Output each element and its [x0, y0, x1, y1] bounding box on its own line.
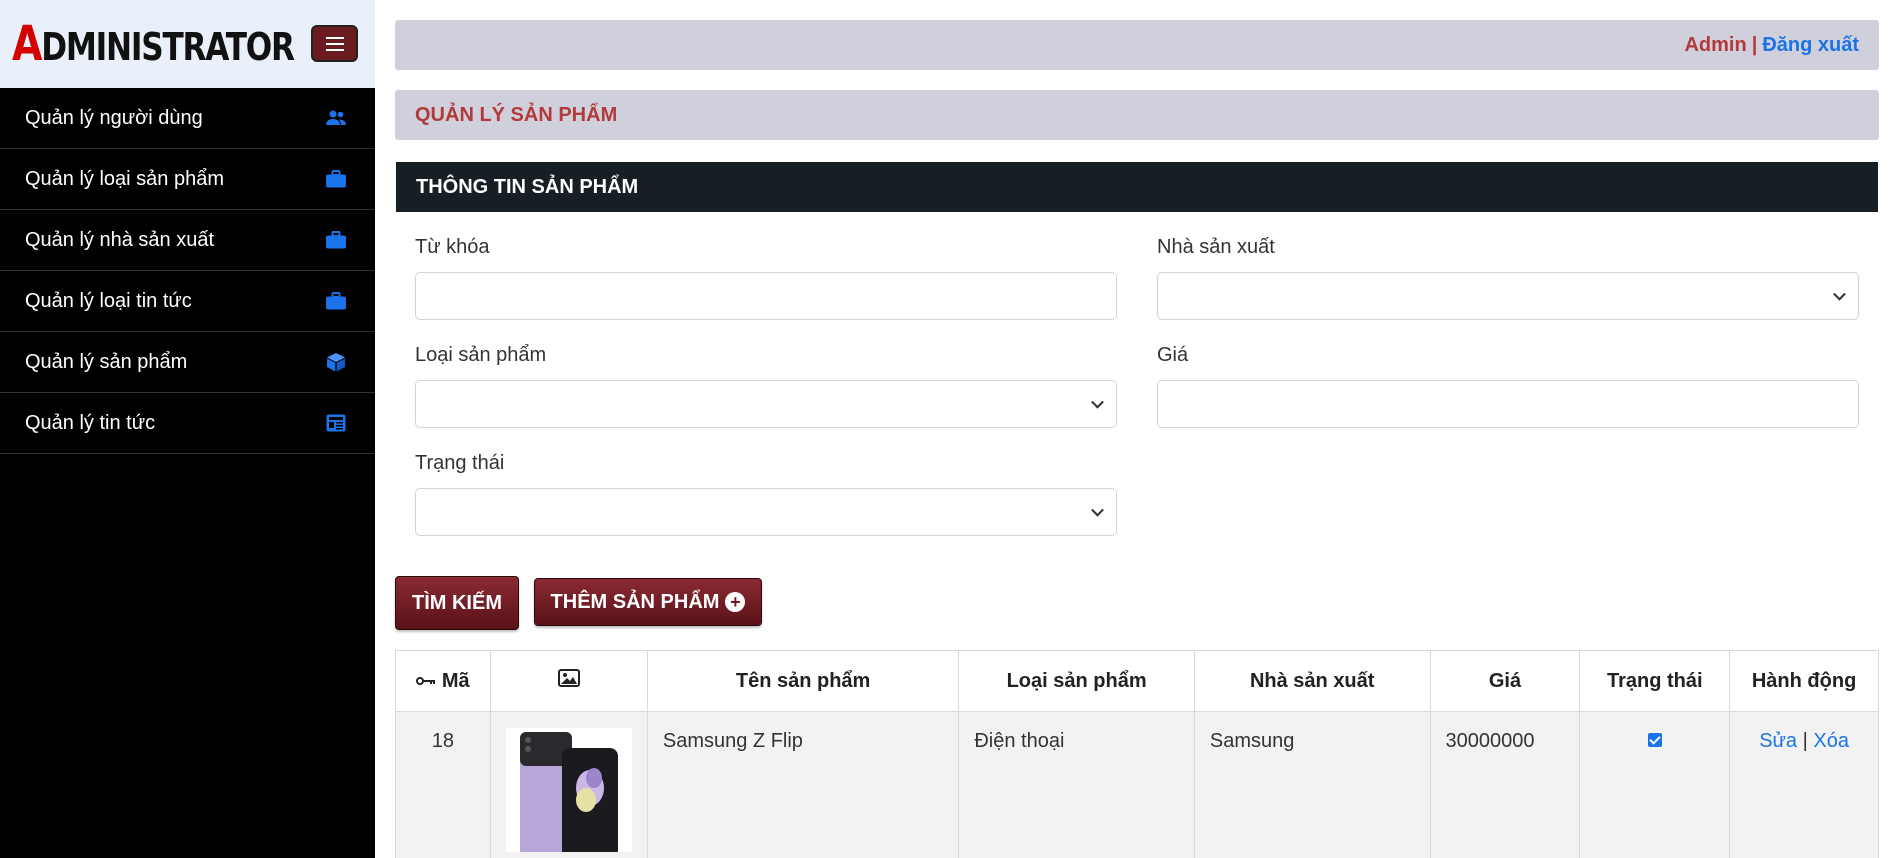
menu-toggle-button[interactable] [311, 25, 358, 62]
table-header-row: Mã Tên sản phẩm Loại sản phẩm Nhà sản xu… [395, 650, 1879, 712]
status-select[interactable] [415, 488, 1117, 536]
column-header-manufacturer[interactable]: Nhà sản xuất [1193, 650, 1431, 712]
price-label: Giá [1157, 344, 1189, 366]
chevron-down-icon [1833, 287, 1846, 301]
cell-status [1579, 711, 1731, 858]
column-header-status[interactable]: Trạng thái [1579, 650, 1731, 712]
cell-actions: Sửa | Xóa [1729, 711, 1879, 858]
sidebar-item-users[interactable]: Quản lý người dùng [0, 88, 375, 149]
category-select[interactable] [415, 380, 1117, 428]
status-checkbox[interactable] [1647, 733, 1662, 747]
top-bar: Admin | Đăng xuất [395, 20, 1879, 70]
sidebar-item-news[interactable]: Quản lý tin tức [0, 393, 375, 454]
manufacturer-label: Nhà sản xuất [1157, 236, 1275, 258]
briefcase-icon [325, 229, 347, 251]
sidebar-item-label: Quản lý sản phẩm [25, 350, 188, 373]
brand-logo-first-letter: A [12, 16, 42, 72]
keyword-label: Từ khóa [415, 236, 490, 258]
card-header: THÔNG TIN SẢN PHẨM [396, 162, 1878, 212]
sidebar-item-label: Quản lý nhà sản xuất [25, 228, 215, 251]
box-icon [325, 351, 347, 373]
keyword-input[interactable] [415, 272, 1117, 320]
briefcase-icon [325, 168, 347, 190]
delete-link[interactable]: Xóa [1813, 730, 1849, 752]
column-header-image [489, 650, 648, 712]
current-user-link[interactable]: Admin [1684, 34, 1746, 57]
status-label: Trạng thái [415, 452, 505, 474]
hamburger-line [325, 48, 344, 51]
newspaper-icon [325, 412, 347, 434]
plus-circle-icon: + [725, 592, 746, 612]
sidebar-item-products[interactable]: Quản lý sản phẩm [0, 332, 375, 393]
column-header-id[interactable]: Mã [395, 650, 491, 712]
cell-category: Điện thoại [958, 711, 1195, 858]
chevron-down-icon [1091, 395, 1104, 409]
sidebar-item-label: Quản lý loại sản phẩm [25, 167, 225, 190]
brand-logo[interactable]: ADMINISTRATOR [12, 16, 295, 73]
price-input[interactable] [1157, 380, 1859, 428]
category-label: Loại sản phẩm [415, 344, 547, 366]
brand-logo-text: DMINISTRATOR [41, 25, 295, 69]
key-icon [416, 670, 436, 692]
cell-manufacturer: Samsung [1193, 711, 1431, 858]
hamburger-line [325, 42, 344, 45]
cell-image [489, 711, 648, 858]
sidebar-item-label: Quản lý loại tin tức [25, 289, 192, 312]
search-button-label: TÌM KIẾM [412, 591, 502, 614]
manufacturer-select[interactable] [1157, 272, 1859, 320]
column-header-price[interactable]: Giá [1429, 650, 1581, 712]
briefcase-icon [325, 290, 347, 312]
add-product-button-label: THÊM SẢN PHẨM [550, 590, 720, 613]
table-row: 18 Samsung Z Flip Điện thoại Samsung 300… [395, 711, 1879, 858]
cell-id: 18 [395, 711, 491, 858]
cell-price: 30000000 [1429, 711, 1581, 858]
users-icon [325, 107, 347, 129]
sidebar-item-news-categories[interactable]: Quản lý loại tin tức [0, 271, 375, 332]
sidebar-item-label: Quản lý người dùng [25, 106, 203, 129]
sidebar-item-manufacturers[interactable]: Quản lý nhà sản xuất [0, 210, 375, 271]
sidebar-nav: Quản lý người dùng Quản lý loại sản phẩm… [0, 88, 375, 454]
search-button[interactable]: TÌM KIẾM [395, 576, 519, 630]
sidebar-item-label: Quản lý tin tức [25, 411, 156, 434]
column-header-category[interactable]: Loại sản phẩm [958, 650, 1195, 712]
page-title: QUẢN LÝ SẢN PHẨM [395, 90, 1879, 140]
cell-name: Samsung Z Flip [646, 711, 960, 858]
action-separator: | [1802, 730, 1808, 752]
product-thumbnail [505, 728, 632, 852]
products-table: Mã Tên sản phẩm Loại sản phẩm Nhà sản xu… [395, 650, 1879, 858]
add-product-button[interactable]: THÊM SẢN PHẨM + [534, 578, 762, 626]
product-info-card: THÔNG TIN SẢN PHẨM [396, 162, 1878, 212]
logout-link[interactable]: Đăng xuất [1762, 34, 1859, 57]
edit-link[interactable]: Sửa [1759, 730, 1797, 752]
column-header-name[interactable]: Tên sản phẩm [646, 650, 960, 712]
image-icon [557, 669, 580, 692]
brand-area: ADMINISTRATOR [0, 0, 375, 88]
sidebar: ADMINISTRATOR Quản lý người dùng Quản lý… [0, 0, 375, 858]
column-header-action: Hành động [1729, 650, 1879, 712]
hamburger-line [325, 36, 344, 39]
column-header-label: Mã [441, 669, 470, 692]
header-separator: | [1751, 33, 1758, 56]
chevron-down-icon [1091, 503, 1104, 517]
sidebar-item-product-categories[interactable]: Quản lý loại sản phẩm [0, 149, 375, 210]
